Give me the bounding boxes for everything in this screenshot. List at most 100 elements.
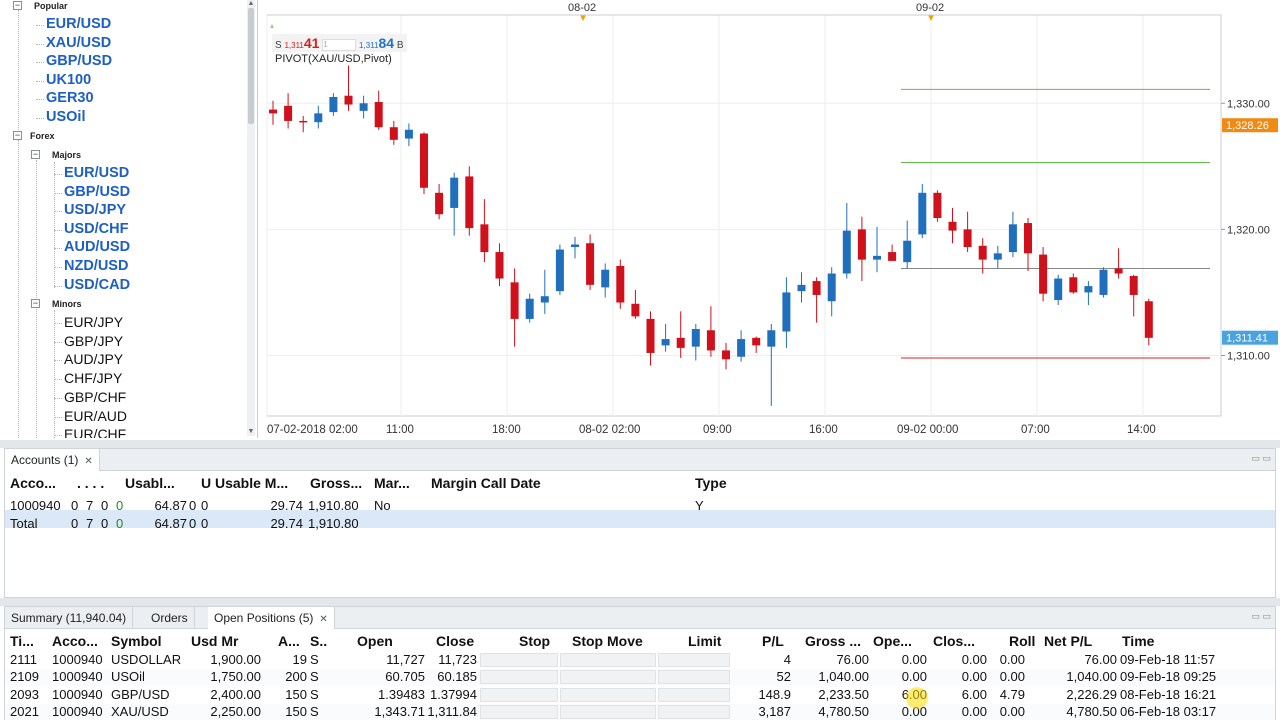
u-cell[interactable]: 0: [189, 516, 196, 531]
amount-cell[interactable]: 200: [267, 669, 307, 684]
sell-price-pips[interactable]: 41: [304, 35, 320, 51]
scrollbar-thumb[interactable]: [248, 8, 254, 124]
stop-cell[interactable]: [480, 653, 558, 667]
close-cell[interactable]: 1,311.84: [425, 704, 477, 719]
open-cell[interactable]: 11,727: [335, 652, 425, 667]
col-margin-call-date[interactable]: Margin Call Date: [431, 475, 541, 491]
sell-price-prefix[interactable]: 1,311: [284, 41, 303, 50]
gross-cell[interactable]: 1,910.80: [308, 498, 359, 513]
col-u[interactable]: U: [201, 475, 211, 491]
pl-cell[interactable]: 4: [745, 652, 791, 667]
ticket-cell[interactable]: 2111: [10, 652, 50, 667]
tree-group-minors[interactable]: Minors: [52, 299, 82, 309]
account-flag-cell[interactable]: 7: [86, 498, 93, 513]
collapse-minors-icon[interactable]: −: [31, 299, 40, 308]
indicator-label[interactable]: PIVOT(XAU/USD,Pivot): [275, 53, 392, 65]
symbol-cell[interactable]: XAU/USD: [111, 704, 191, 719]
chart-splitter[interactable]: [0, 440, 1280, 448]
limit-cell[interactable]: [658, 687, 730, 702]
account-flag-cell[interactable]: 0: [101, 498, 108, 513]
col-time[interactable]: Time: [1122, 633, 1154, 649]
usable-cell[interactable]: 64.87: [135, 516, 187, 531]
tree-group-forex[interactable]: Forex: [30, 131, 55, 141]
tree-group-majors[interactable]: Majors: [52, 150, 81, 160]
tree-item[interactable]: USD/CAD: [64, 277, 130, 293]
account-flag-cell[interactable]: 0: [71, 516, 78, 531]
tree-item[interactable]: EUR/USD: [64, 165, 129, 181]
tree-item[interactable]: EUR/JPY: [64, 314, 123, 330]
close-cell[interactable]: 60.185: [425, 669, 477, 684]
close-comm-cell[interactable]: 0.00: [933, 652, 987, 667]
tab-orders[interactable]: Orders: [145, 607, 195, 629]
col-roll[interactable]: Roll: [1009, 633, 1035, 649]
tab-summary[interactable]: Summary (11,940.04): [5, 607, 134, 629]
account-cell[interactable]: Total: [10, 516, 70, 531]
account-flag-cell[interactable]: 0: [71, 498, 78, 513]
tree-item[interactable]: EUR/CHF: [64, 426, 126, 438]
stop-cell[interactable]: [480, 687, 558, 702]
col-type[interactable]: Type: [695, 475, 727, 491]
account-cell[interactable]: 1000940: [52, 652, 107, 667]
col-usd-mr[interactable]: Usd Mr: [191, 633, 238, 649]
time-cell[interactable]: 09-Feb-18 11:57: [1120, 652, 1250, 667]
symbol-cell[interactable]: USOil: [111, 669, 191, 684]
col-account[interactable]: Acco...: [10, 475, 56, 491]
close-comm-cell[interactable]: 0.00: [933, 669, 987, 684]
tree-item[interactable]: USD/CHF: [64, 221, 128, 237]
ticket-cell[interactable]: 2109: [10, 669, 50, 684]
buy-price-prefix[interactable]: 1,311: [359, 41, 378, 50]
account-cell[interactable]: 1000940: [52, 704, 107, 719]
account-flag-cell[interactable]: 0: [116, 498, 123, 513]
gross-cell[interactable]: 76.00: [805, 652, 869, 667]
side-cell[interactable]: S: [310, 687, 330, 702]
usd-mr-cell[interactable]: 1,900.00: [191, 652, 261, 667]
col-account[interactable]: Acco...: [52, 633, 98, 649]
account-flag-cell[interactable]: 0: [116, 516, 123, 531]
roll-cell[interactable]: 4.79: [991, 687, 1025, 702]
roll-cell[interactable]: 0.00: [991, 704, 1025, 719]
close-cell[interactable]: 11,723: [425, 652, 477, 667]
tree-item[interactable]: XAU/USD: [46, 35, 111, 51]
col-usable[interactable]: Usabl...: [125, 475, 175, 491]
u-cell[interactable]: 0: [201, 516, 208, 531]
tree-item[interactable]: USD/JPY: [64, 202, 126, 218]
tree-item[interactable]: EUR/AUD: [64, 408, 127, 424]
price-chart[interactable]: 1,330.00 1,320.00 1,310.00 1,328.26 1,311.41…: [262, 0, 1280, 442]
amount-cell[interactable]: 150: [267, 687, 307, 702]
pl-cell[interactable]: 148.9: [745, 687, 791, 702]
panel-window-buttons[interactable]: ▭ ▭: [1251, 453, 1271, 464]
account-flag-cell[interactable]: 0: [101, 516, 108, 531]
buy-price-pips[interactable]: 84: [378, 35, 394, 51]
gross-cell[interactable]: 2,233.50: [805, 687, 869, 702]
col-side[interactable]: S..: [310, 633, 327, 649]
candlestick-chart[interactable]: 1,330.00 1,320.00 1,310.00 1,328.26 1,311.41…: [262, 0, 1280, 442]
col-close[interactable]: Close: [436, 633, 474, 649]
usable-margin-cell[interactable]: 29.74: [245, 498, 303, 513]
stop-move-cell[interactable]: [560, 653, 656, 667]
tree-item[interactable]: NZD/USD: [64, 258, 128, 274]
tree-item[interactable]: GBP/CHF: [64, 389, 126, 405]
quantity-input[interactable]: 1: [322, 39, 357, 52]
close-cell[interactable]: 1.37994: [425, 687, 477, 702]
col-margin[interactable]: Mar...: [374, 475, 410, 491]
col-gross[interactable]: Gross...: [310, 475, 362, 491]
collapse-popular-icon[interactable]: −: [13, 1, 22, 10]
col-dots[interactable]: . . . .: [77, 475, 104, 491]
account-flag-cell[interactable]: 7: [86, 516, 93, 531]
col-gross[interactable]: Gross ...: [805, 633, 861, 649]
time-cell[interactable]: 06-Feb-18 03:17: [1120, 704, 1250, 719]
close-tab-icon[interactable]: ✕: [319, 614, 327, 625]
limit-cell[interactable]: [658, 653, 730, 667]
usd-mr-cell[interactable]: 2,250.00: [191, 704, 261, 719]
scroll-up-icon[interactable]: ▲: [247, 0, 255, 8]
tree-item[interactable]: AUD/JPY: [64, 351, 123, 367]
tree-scrollbar[interactable]: ▲ ▼: [247, 0, 255, 436]
tab-open-positions[interactable]: Open Positions (5) ✕: [208, 607, 335, 629]
stop-cell[interactable]: [480, 704, 558, 719]
symbol-cell[interactable]: GBP/USD: [111, 687, 191, 702]
col-ticket[interactable]: Ti...: [10, 633, 34, 649]
pl-cell[interactable]: 3,187: [745, 704, 791, 719]
collapse-majors-icon[interactable]: −: [31, 150, 40, 159]
col-amount[interactable]: A...: [278, 633, 300, 649]
col-limit[interactable]: Limit: [688, 633, 721, 649]
